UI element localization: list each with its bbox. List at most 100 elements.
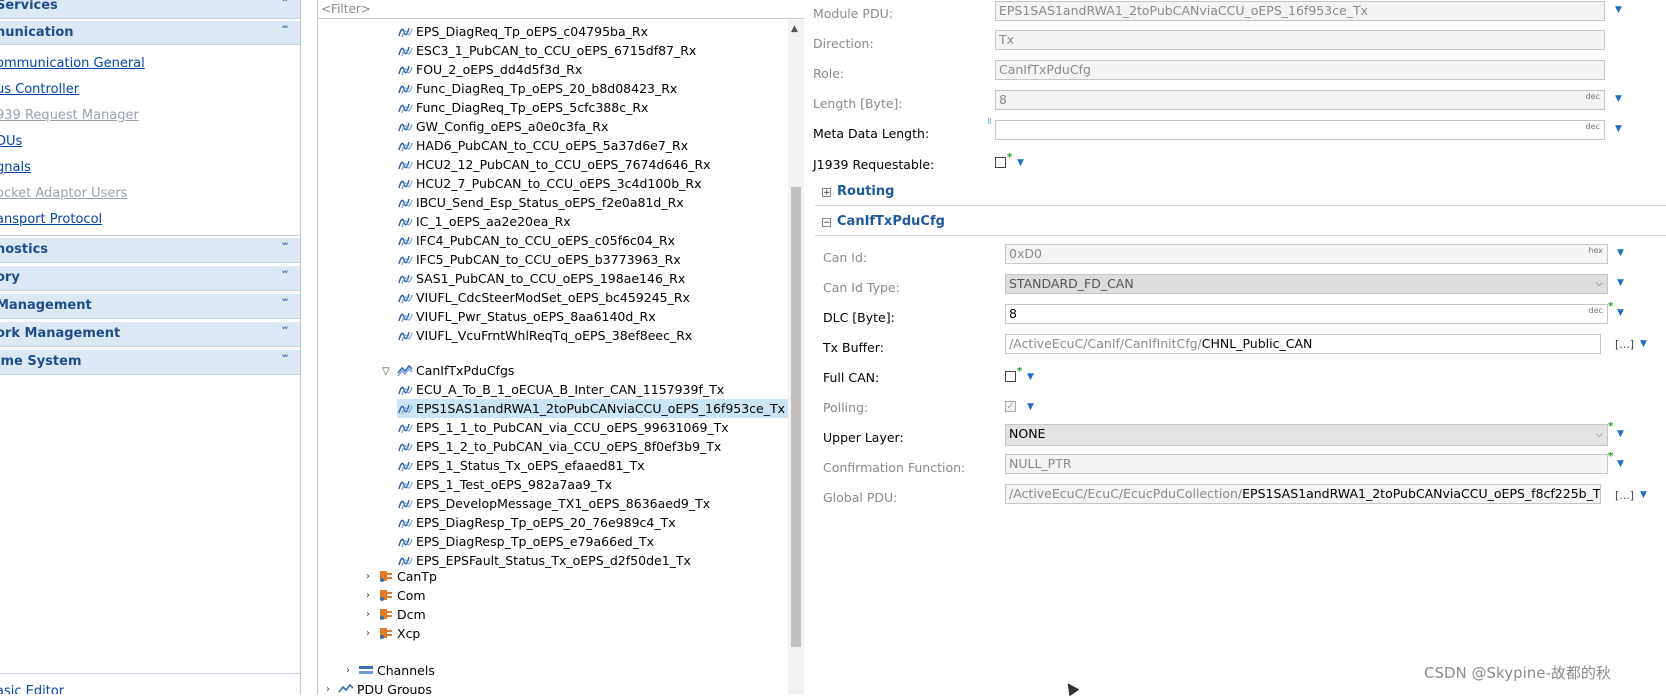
nav-header-runtime-system[interactable]: ime System ˅˅ [0,350,300,375]
filter-input[interactable]: <Filter> [318,0,804,19]
meta-data-length-input[interactable]: dec [995,120,1605,140]
nav-header-memory[interactable]: ory ˅˅ [0,266,300,291]
nav-link-j1939-request-manager[interactable]: 939 Request Manager [0,108,139,123]
tree-node[interactable]: ESC3_1_PubCAN_to_CCU_oEPS_6715df87_Rx [397,41,700,60]
expand-arrow-icon[interactable]: › [366,590,370,601]
tree-node[interactable]: GW_Config_oEPS_a0e0c3fa_Rx [397,117,612,136]
module-plug-icon [380,609,392,620]
dropdown-arrow-icon[interactable]: ▼ [1615,5,1622,15]
chevron-down-icon[interactable]: ˅˅ [281,325,289,338]
browse-button[interactable]: [...] [1615,338,1634,351]
collapse-box-icon[interactable]: − [822,218,831,228]
upper-layer-select[interactable]: NONE ⌵ [1005,424,1608,446]
tree-node[interactable]: EPS_1_2_to_PubCAN_via_CCU_oEPS_8f0ef3b9_… [397,437,725,456]
tree-node-module[interactable]: Xcp [378,624,420,643]
chevron-down-icon[interactable]: ˅˅ [281,297,289,310]
can-id-label: Can Id: [823,250,868,265]
chevron-up-icon[interactable]: ˄˄ [281,24,289,37]
tree-scrollbar[interactable]: ▲ [788,20,804,694]
tree-node-caniftxpducfgs[interactable]: CanIfTxPduCfgs [397,361,514,380]
nav-header-network-management[interactable]: ork Management ˅˅ [0,322,300,347]
nav-link-signals[interactable]: gnals [0,160,31,175]
nav-header-diagnostics[interactable]: nostics ˅˅ [0,238,300,263]
dropdown-arrow-icon[interactable]: ▼ [1027,402,1034,412]
nav-link-pdus[interactable]: DUs [0,134,22,149]
expand-arrow-icon[interactable]: › [346,665,350,676]
full-can-checkbox[interactable] [1005,371,1016,382]
scroll-up-icon[interactable]: ▲ [791,24,798,34]
navigation-panel: Services ˅˅ nunication ˄˄ ommunication G… [0,0,301,694]
dropdown-arrow-icon[interactable]: ▼ [1617,278,1624,288]
tree-node-module[interactable]: Dcm [378,605,426,624]
dropdown-arrow-icon[interactable]: ▼ [1617,429,1624,439]
collapse-arrow-icon[interactable]: ▽ [382,366,390,377]
dropdown-arrow-icon[interactable]: ▼ [1640,339,1647,349]
nav-header-services[interactable]: Services ˅˅ [0,0,300,19]
expand-arrow-icon[interactable]: › [366,571,370,582]
dropdown-arrow-icon[interactable]: ▼ [1017,158,1024,168]
tree-node[interactable]: HCU2_12_PubCAN_to_CCU_oEPS_7674d646_Rx [397,155,715,174]
tree-node[interactable]: VIUFL_CdcSteerModSet_oEPS_bc459245_Rx [397,288,694,307]
pdu-icon [398,423,413,434]
nav-link-basic-editor[interactable]: asic Editor [0,684,64,694]
tree-node[interactable]: VIUFL_VcuFrntWhlReqTq_oEPS_38ef8eec_Rx [397,326,696,345]
tree-node[interactable]: Func_DiagReq_Tp_oEPS_20_b8d08423_Rx [397,79,681,98]
tree-node[interactable]: HCU2_7_PubCAN_to_CCU_oEPS_3c4d100b_Rx [397,174,706,193]
tree-node[interactable]: EPS_1_Status_Tx_oEPS_efaaed81_Tx [397,456,649,475]
nav-link-socket-adaptor-users[interactable]: ocket Adaptor Users [0,186,127,201]
dropdown-arrow-icon[interactable]: ▼ [1617,459,1624,469]
j1939-checkbox[interactable] [995,157,1006,168]
nav-link-communication-general[interactable]: ommunication General [0,56,145,71]
dlc-input[interactable]: 8 dec [1005,304,1608,324]
expand-arrow-icon[interactable]: › [366,628,370,639]
tree-node[interactable]: Func_DiagReq_Tp_oEPS_5cfc388c_Rx [397,98,652,117]
tree-node[interactable]: IC_1_oEPS_aa2e20ea_Rx [397,212,575,231]
dropdown-arrow-icon[interactable]: ▼ [1615,94,1622,104]
tree-node-module[interactable]: Com [378,586,426,605]
tree-node[interactable]: EPS_DiagReq_Tp_oEPS_c04795ba_Rx [397,22,652,41]
tree-node[interactable]: EPS_1_Test_oEPS_982a7aa9_Tx [397,475,616,494]
nav-header-communication[interactable]: nunication ˄˄ [0,21,300,46]
pdu-icon [398,556,413,567]
scrollbar-thumb[interactable] [791,187,801,647]
tree-node[interactable]: EPS1SAS1andRWA1_2toPubCANviaCCU_oEPS_16f… [397,399,790,418]
nav-header-mode-management[interactable]: Management ˅˅ [0,294,300,319]
tree-node[interactable]: EPS_DevelopMessage_TX1_oEPS_8636aed9_Tx [397,494,714,513]
tree-node-pdu-groups[interactable]: PDU Groups [338,680,432,694]
tree-node[interactable]: IFC4_PubCAN_to_CCU_oEPS_c05f6c04_Rx [397,231,679,250]
tree-node[interactable]: HAD6_PubCAN_to_CCU_oEPS_5a37d6e7_Rx [397,136,692,155]
expand-box-icon[interactable]: + [822,188,831,198]
dropdown-arrow-icon[interactable]: ▼ [1617,308,1624,318]
chevron-down-icon[interactable]: ˅˅ [281,269,289,282]
tree-node[interactable]: EPS_1_1_to_PubCAN_via_CCU_oEPS_99631069_… [397,418,733,437]
tree-node-label: FOU_2_oEPS_dd4d5f3d_Rx [416,62,583,77]
chevron-down-icon[interactable]: ˅˅ [281,241,289,254]
tree-node[interactable]: EPS_DiagResp_Tp_oEPS_e79a66ed_Tx [397,532,658,551]
tree-node-channels[interactable]: Channels [358,661,435,680]
nav-link-bus-controller[interactable]: us Controller [0,82,79,97]
tree-node[interactable]: SAS1_PubCAN_to_CCU_oEPS_198ae146_Rx [397,269,689,288]
tree-node[interactable]: EPS_EPSFault_Status_Tx_oEPS_d2f50de1_Tx [397,551,695,570]
tx-buffer-field[interactable]: /ActiveEcuC/CanIf/CanIfInitCfg/CHNL_Publ… [1005,334,1601,354]
tree-node[interactable]: IBCU_Send_Esp_Status_oEPS_f2e0a81d_Rx [397,193,688,212]
tree-node[interactable]: VIUFL_Pwr_Status_oEPS_8aa6140d_Rx [397,307,660,326]
nav-link-transport-protocol[interactable]: ansport Protocol [0,212,102,227]
module-pdu-field: EPS1SAS1andRWA1_2toPubCANviaCCU_oEPS_16f… [995,1,1605,21]
tree-node[interactable]: IFC5_PubCAN_to_CCU_oEPS_b3773963_Rx [397,250,685,269]
dropdown-arrow-icon[interactable]: ▼ [1615,124,1622,134]
dropdown-arrow-icon[interactable]: ▼ [1640,490,1647,500]
pdu-icon [398,255,413,266]
expand-arrow-icon[interactable]: › [326,684,330,694]
tree-node[interactable]: EPS_DiagResp_Tp_oEPS_20_76e989c4_Tx [397,513,680,532]
chevron-down-icon[interactable]: ˅˅ [281,353,289,366]
tree-node[interactable]: ECU_A_To_B_1_oECUA_B_Inter_CAN_1157939f_… [397,380,728,399]
section-caniftxpducfg[interactable]: CanIfTxPduCfg [837,214,945,229]
tree-node[interactable]: FOU_2_oEPS_dd4d5f3d_Rx [397,60,586,79]
dropdown-arrow-icon[interactable]: ▼ [1617,248,1624,258]
browse-button[interactable]: [...] [1615,489,1634,502]
dropdown-arrow-icon[interactable]: ▼ [1027,372,1034,382]
expand-arrow-icon[interactable]: › [366,609,370,620]
tree-node-module[interactable]: CanTp [378,567,437,586]
chevron-down-icon[interactable]: ˅˅ [281,0,289,10]
section-routing[interactable]: Routing [837,184,894,199]
